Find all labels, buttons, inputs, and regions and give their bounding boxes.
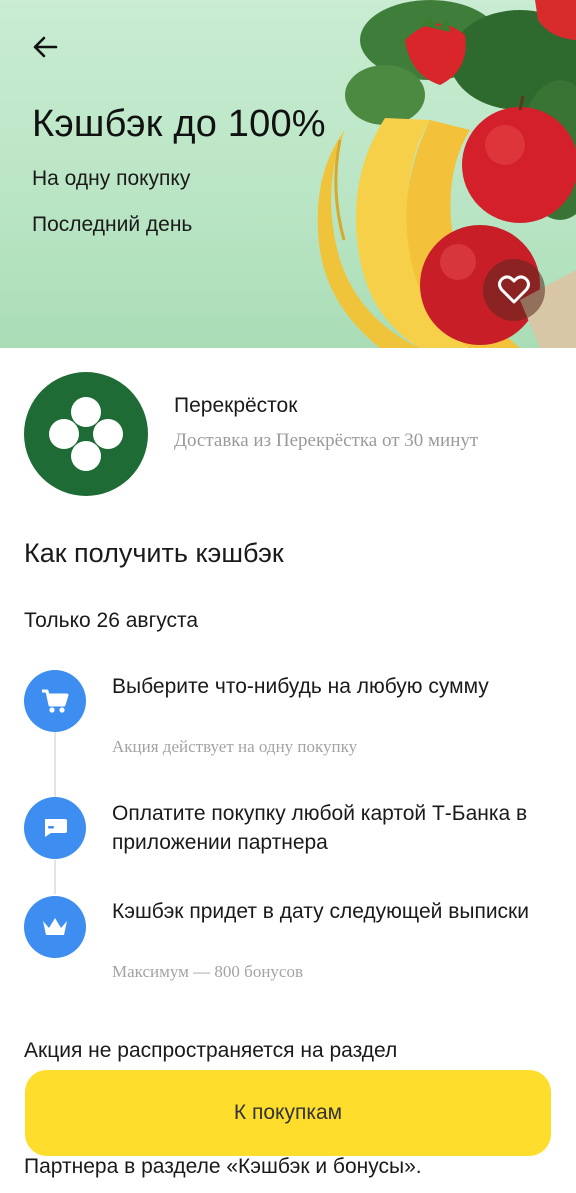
promo-date: Только 26 августа xyxy=(24,609,199,632)
cart-icon xyxy=(42,689,69,713)
step-connector xyxy=(54,860,56,894)
how-to-title: Как получить кэшбэк xyxy=(24,538,284,568)
back-button[interactable] xyxy=(28,30,62,64)
step-3-title: Кэшбэк придет в дату следующей выписки xyxy=(112,900,529,923)
to-purchases-button[interactable]: К покупкам xyxy=(25,1070,551,1156)
perekrestok-logo-icon xyxy=(49,397,123,471)
step-3-icon-circle xyxy=(24,896,86,958)
favorite-button[interactable] xyxy=(483,259,545,321)
arrow-left-icon xyxy=(33,36,58,58)
promo-subtitle-last-day: Последний день xyxy=(32,213,193,236)
partner-description: Доставка из Перекрёстка от 30 минут xyxy=(174,430,479,451)
promo-title: Кэшбэк до 100% xyxy=(32,103,326,145)
partner-logo xyxy=(24,372,148,496)
step-connector xyxy=(54,732,56,798)
heart-outline-icon xyxy=(498,275,530,304)
promo-subtitle-once: На одну покупку xyxy=(32,167,191,190)
disclaimer-text-bottom: Партнера в разделе «Кэшбэк и бонусы». xyxy=(24,1155,422,1178)
crown-icon xyxy=(43,918,67,935)
step-2-icon-circle xyxy=(24,797,86,859)
promo-hero-banner: Кэшбэк до 100% На одну покупку Последний… xyxy=(0,0,576,348)
step-1-title: Выберите что-нибудь на любую сумму xyxy=(112,675,489,698)
step-1-note: Акция действует на одну покупку xyxy=(112,737,358,756)
partner-name: Перекрёсток xyxy=(174,394,298,417)
step-2-title: Оплатите покупку любой картой Т-Банка в … xyxy=(112,802,528,854)
card-icon xyxy=(45,819,67,837)
step-3-note: Максимум — 800 бонусов xyxy=(112,962,304,981)
disclaimer-text-top: Акция не распространяется на раздел xyxy=(24,1039,398,1062)
step-1-icon-circle xyxy=(24,670,86,732)
